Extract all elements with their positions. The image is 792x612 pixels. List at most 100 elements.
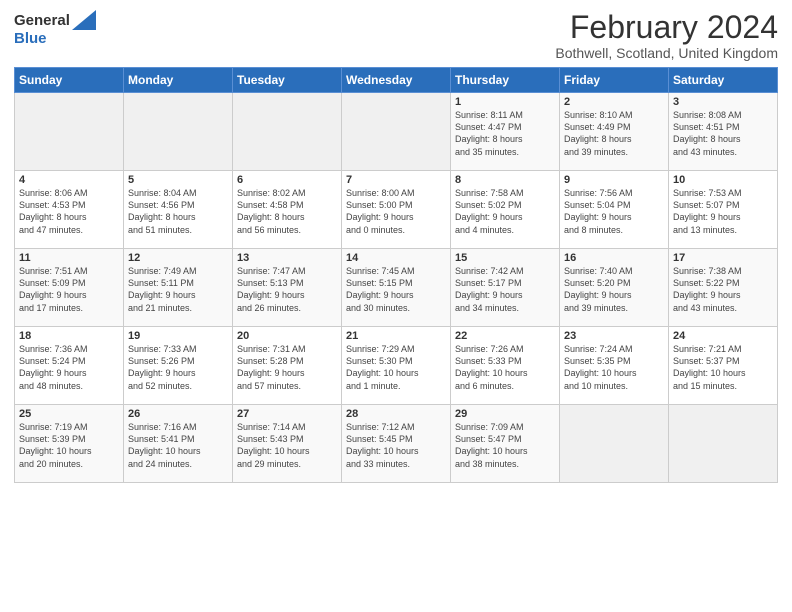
day-info: Sunrise: 8:06 AM Sunset: 4:53 PM Dayligh…	[19, 187, 119, 236]
calendar-header: Sunday Monday Tuesday Wednesday Thursday…	[15, 68, 778, 93]
calendar-week-row: 1Sunrise: 8:11 AM Sunset: 4:47 PM Daylig…	[15, 93, 778, 171]
day-info: Sunrise: 8:08 AM Sunset: 4:51 PM Dayligh…	[673, 109, 773, 158]
month-title: February 2024	[555, 10, 778, 45]
page-container: General Blue February 2024 Bothwell, Sco…	[0, 0, 792, 489]
day-number: 3	[673, 96, 773, 108]
day-number: 1	[455, 96, 555, 108]
col-saturday: Saturday	[669, 68, 778, 93]
logo: General Blue	[14, 10, 96, 48]
table-row: 13Sunrise: 7:47 AM Sunset: 5:13 PM Dayli…	[233, 249, 342, 327]
table-row: 17Sunrise: 7:38 AM Sunset: 5:22 PM Dayli…	[669, 249, 778, 327]
day-number: 28	[346, 408, 446, 420]
day-info: Sunrise: 7:19 AM Sunset: 5:39 PM Dayligh…	[19, 421, 119, 470]
table-row: 26Sunrise: 7:16 AM Sunset: 5:41 PM Dayli…	[124, 405, 233, 483]
day-number: 5	[128, 174, 228, 186]
day-number: 6	[237, 174, 337, 186]
table-row: 14Sunrise: 7:45 AM Sunset: 5:15 PM Dayli…	[342, 249, 451, 327]
table-row: 11Sunrise: 7:51 AM Sunset: 5:09 PM Dayli…	[15, 249, 124, 327]
table-row: 27Sunrise: 7:14 AM Sunset: 5:43 PM Dayli…	[233, 405, 342, 483]
logo-icon	[72, 10, 96, 30]
table-row: 20Sunrise: 7:31 AM Sunset: 5:28 PM Dayli…	[233, 327, 342, 405]
table-row: 12Sunrise: 7:49 AM Sunset: 5:11 PM Dayli…	[124, 249, 233, 327]
table-row	[669, 405, 778, 483]
day-info: Sunrise: 7:40 AM Sunset: 5:20 PM Dayligh…	[564, 265, 664, 314]
col-thursday: Thursday	[451, 68, 560, 93]
day-info: Sunrise: 8:11 AM Sunset: 4:47 PM Dayligh…	[455, 109, 555, 158]
day-number: 24	[673, 330, 773, 342]
header-row: Sunday Monday Tuesday Wednesday Thursday…	[15, 68, 778, 93]
day-info: Sunrise: 7:45 AM Sunset: 5:15 PM Dayligh…	[346, 265, 446, 314]
day-info: Sunrise: 7:53 AM Sunset: 5:07 PM Dayligh…	[673, 187, 773, 236]
day-number: 4	[19, 174, 119, 186]
calendar-body: 1Sunrise: 8:11 AM Sunset: 4:47 PM Daylig…	[15, 93, 778, 483]
day-info: Sunrise: 7:09 AM Sunset: 5:47 PM Dayligh…	[455, 421, 555, 470]
table-row	[233, 93, 342, 171]
calendar-week-row: 25Sunrise: 7:19 AM Sunset: 5:39 PM Dayli…	[15, 405, 778, 483]
day-info: Sunrise: 7:33 AM Sunset: 5:26 PM Dayligh…	[128, 343, 228, 392]
calendar-table: Sunday Monday Tuesday Wednesday Thursday…	[14, 67, 778, 483]
day-number: 17	[673, 252, 773, 264]
day-info: Sunrise: 8:00 AM Sunset: 5:00 PM Dayligh…	[346, 187, 446, 236]
table-row: 19Sunrise: 7:33 AM Sunset: 5:26 PM Dayli…	[124, 327, 233, 405]
table-row	[15, 93, 124, 171]
day-info: Sunrise: 8:02 AM Sunset: 4:58 PM Dayligh…	[237, 187, 337, 236]
day-number: 15	[455, 252, 555, 264]
day-info: Sunrise: 7:36 AM Sunset: 5:24 PM Dayligh…	[19, 343, 119, 392]
table-row: 24Sunrise: 7:21 AM Sunset: 5:37 PM Dayli…	[669, 327, 778, 405]
table-row	[342, 93, 451, 171]
day-number: 12	[128, 252, 228, 264]
table-row: 4Sunrise: 8:06 AM Sunset: 4:53 PM Daylig…	[15, 171, 124, 249]
day-info: Sunrise: 7:16 AM Sunset: 5:41 PM Dayligh…	[128, 421, 228, 470]
table-row: 28Sunrise: 7:12 AM Sunset: 5:45 PM Dayli…	[342, 405, 451, 483]
day-info: Sunrise: 7:31 AM Sunset: 5:28 PM Dayligh…	[237, 343, 337, 392]
table-row: 6Sunrise: 8:02 AM Sunset: 4:58 PM Daylig…	[233, 171, 342, 249]
day-number: 11	[19, 252, 119, 264]
table-row: 15Sunrise: 7:42 AM Sunset: 5:17 PM Dayli…	[451, 249, 560, 327]
day-number: 13	[237, 252, 337, 264]
table-row: 7Sunrise: 8:00 AM Sunset: 5:00 PM Daylig…	[342, 171, 451, 249]
table-row: 3Sunrise: 8:08 AM Sunset: 4:51 PM Daylig…	[669, 93, 778, 171]
table-row: 9Sunrise: 7:56 AM Sunset: 5:04 PM Daylig…	[560, 171, 669, 249]
col-wednesday: Wednesday	[342, 68, 451, 93]
day-info: Sunrise: 7:49 AM Sunset: 5:11 PM Dayligh…	[128, 265, 228, 314]
day-info: Sunrise: 7:56 AM Sunset: 5:04 PM Dayligh…	[564, 187, 664, 236]
day-number: 27	[237, 408, 337, 420]
table-row: 5Sunrise: 8:04 AM Sunset: 4:56 PM Daylig…	[124, 171, 233, 249]
day-info: Sunrise: 7:51 AM Sunset: 5:09 PM Dayligh…	[19, 265, 119, 314]
day-number: 26	[128, 408, 228, 420]
table-row: 21Sunrise: 7:29 AM Sunset: 5:30 PM Dayli…	[342, 327, 451, 405]
calendar-week-row: 11Sunrise: 7:51 AM Sunset: 5:09 PM Dayli…	[15, 249, 778, 327]
header: General Blue February 2024 Bothwell, Sco…	[14, 10, 778, 61]
day-number: 19	[128, 330, 228, 342]
day-info: Sunrise: 7:58 AM Sunset: 5:02 PM Dayligh…	[455, 187, 555, 236]
day-info: Sunrise: 8:10 AM Sunset: 4:49 PM Dayligh…	[564, 109, 664, 158]
day-info: Sunrise: 7:14 AM Sunset: 5:43 PM Dayligh…	[237, 421, 337, 470]
table-row: 29Sunrise: 7:09 AM Sunset: 5:47 PM Dayli…	[451, 405, 560, 483]
day-number: 10	[673, 174, 773, 186]
day-number: 8	[455, 174, 555, 186]
col-sunday: Sunday	[15, 68, 124, 93]
day-number: 18	[19, 330, 119, 342]
day-number: 9	[564, 174, 664, 186]
col-friday: Friday	[560, 68, 669, 93]
day-number: 23	[564, 330, 664, 342]
day-number: 29	[455, 408, 555, 420]
table-row	[560, 405, 669, 483]
day-number: 16	[564, 252, 664, 264]
col-tuesday: Tuesday	[233, 68, 342, 93]
calendar-week-row: 18Sunrise: 7:36 AM Sunset: 5:24 PM Dayli…	[15, 327, 778, 405]
table-row: 18Sunrise: 7:36 AM Sunset: 5:24 PM Dayli…	[15, 327, 124, 405]
day-info: Sunrise: 7:26 AM Sunset: 5:33 PM Dayligh…	[455, 343, 555, 392]
table-row	[124, 93, 233, 171]
table-row: 2Sunrise: 8:10 AM Sunset: 4:49 PM Daylig…	[560, 93, 669, 171]
table-row: 16Sunrise: 7:40 AM Sunset: 5:20 PM Dayli…	[560, 249, 669, 327]
title-area: February 2024 Bothwell, Scotland, United…	[555, 10, 778, 61]
day-info: Sunrise: 7:47 AM Sunset: 5:13 PM Dayligh…	[237, 265, 337, 314]
day-number: 21	[346, 330, 446, 342]
day-info: Sunrise: 7:42 AM Sunset: 5:17 PM Dayligh…	[455, 265, 555, 314]
day-number: 20	[237, 330, 337, 342]
day-info: Sunrise: 7:29 AM Sunset: 5:30 PM Dayligh…	[346, 343, 446, 392]
calendar-week-row: 4Sunrise: 8:06 AM Sunset: 4:53 PM Daylig…	[15, 171, 778, 249]
day-number: 2	[564, 96, 664, 108]
table-row: 1Sunrise: 8:11 AM Sunset: 4:47 PM Daylig…	[451, 93, 560, 171]
